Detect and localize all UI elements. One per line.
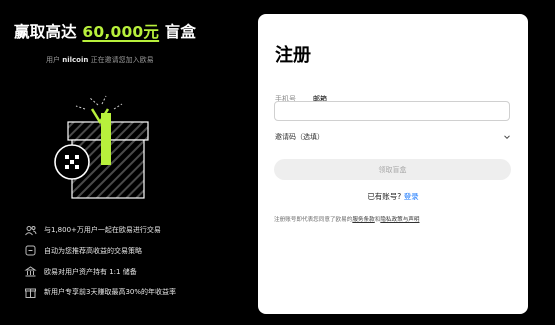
promo-title-prefix: 赢取高达 — [14, 23, 83, 41]
email-field[interactable] — [274, 101, 510, 121]
referral-label: 邀请码（选填） — [275, 133, 324, 141]
chevron-down-icon — [504, 135, 510, 140]
feature-text: 新用户专享前3天赚取最高30%的年收益率 — [44, 288, 177, 297]
terms-prefix: 注册账号即代表您同意了欧易的 — [274, 217, 353, 223]
invite-username: nilcoin — [62, 56, 89, 64]
invite-suffix: 正在邀请您加入欧易 — [88, 56, 154, 64]
promo-section: 赢取高达 60,000元 盲盒 用户 nilcoin 正在邀请您加入欧易 与1,… — [0, 0, 258, 325]
users-icon — [25, 225, 37, 235]
strategy-icon — [25, 245, 36, 256]
register-panel: 注册 手机号 邮箱 邀请码（选填） 领取盲盒 已有账号? 登录 注册账号即代表您… — [258, 14, 528, 314]
feature-item: 自动为您推荐高收益的交易策略 — [24, 244, 176, 258]
invite-line: 用户 nilcoin 正在邀请您加入欧易 — [46, 55, 154, 65]
terms-of-service-link[interactable]: 服务条款 — [352, 217, 374, 223]
feature-text: 欧易对用户资产持有 1:1 储备 — [44, 267, 137, 276]
gift-rate-icon — [25, 288, 36, 298]
feature-text: 与1,800+万用户一起在欧易进行交易 — [44, 226, 161, 234]
feature-list: 与1,800+万用户一起在欧易进行交易 自动为您推荐高收益的交易策略 欧易对用户… — [24, 223, 176, 306]
login-link[interactable]: 登录 — [404, 192, 419, 201]
referral-code-toggle[interactable]: 邀请码（选填） — [275, 131, 511, 143]
form-title: 注册 — [275, 45, 311, 66]
have-account-text: 已有账号? — [367, 192, 402, 201]
feature-text: 自动为您推荐高收益的交易策略 — [44, 246, 142, 255]
promo-amount: 60,000元 — [82, 23, 160, 41]
promo-title-suffix: 盲盒 — [159, 23, 197, 41]
promo-title: 赢取高达 60,000元 盲盒 — [14, 20, 196, 42]
terms-text: 注册账号即代表您同意了欧易的服务条款和隐私政策与声明 — [274, 215, 420, 223]
gift-box-illustration — [54, 95, 149, 199]
submit-button[interactable]: 领取盲盒 — [274, 159, 511, 180]
feature-item: 欧易对用户资产持有 1:1 储备 — [24, 265, 176, 279]
feature-item: 新用户专享前3天赚取最高30%的年收益率 — [24, 285, 176, 299]
privacy-policy-link[interactable]: 隐私政策与声明 — [380, 217, 419, 223]
reserve-icon — [24, 266, 37, 277]
login-row: 已有账号? 登录 — [258, 191, 528, 202]
invite-prefix: 用户 — [46, 56, 63, 64]
feature-item: 与1,800+万用户一起在欧易进行交易 — [24, 223, 176, 237]
